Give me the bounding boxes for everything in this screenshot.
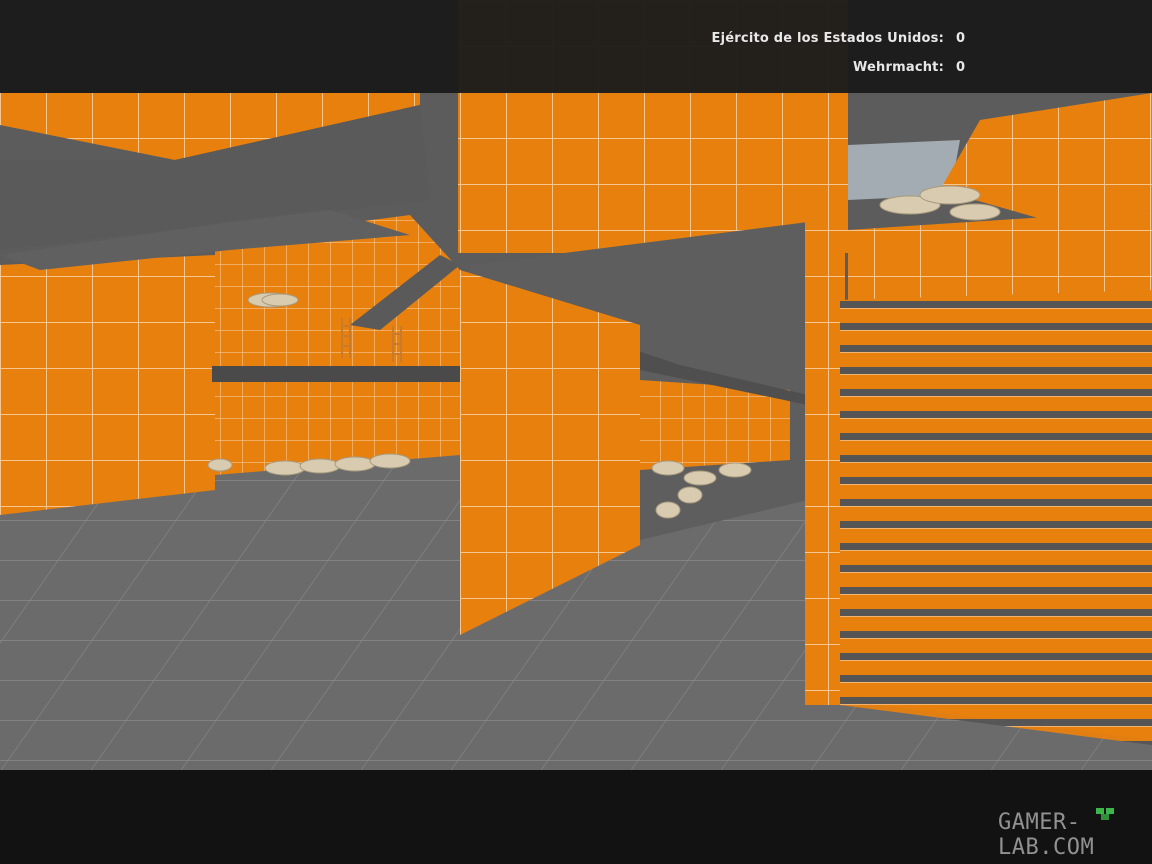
scoreboard: Ejército de los Estados Unidos: 0 Wehrma… [700, 24, 970, 82]
left-walkway [212, 366, 460, 382]
score-row-wehrmacht: Wehrmacht: 0 [700, 53, 970, 82]
left-wall-front [0, 255, 215, 515]
right-pillar [805, 220, 845, 705]
watermark: GAMER-LAB.COM [998, 810, 1095, 860]
team-name: Ejército de los Estados Unidos: [711, 31, 944, 46]
team-score: 0 [956, 31, 966, 46]
score-row-usa: Ejército de los Estados Unidos: 0 [700, 24, 970, 53]
left-wall-back [215, 215, 460, 475]
right-stairs-lower [840, 440, 1152, 745]
hud-top-bar [0, 0, 1152, 93]
team-score: 0 [956, 60, 966, 75]
team-name: Wehrmacht: [852, 60, 944, 75]
game-scene [0, 0, 1152, 770]
hud-bottom-bar [0, 770, 1152, 864]
sandbags-center [261, 293, 299, 307]
